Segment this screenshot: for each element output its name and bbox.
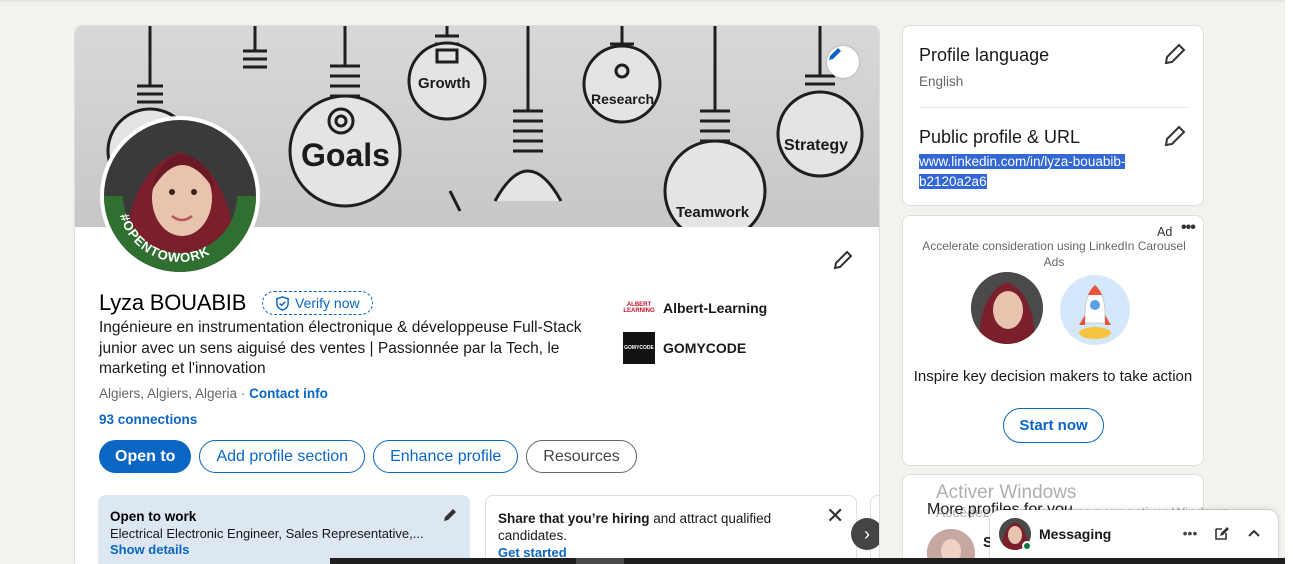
scrollbar-thumb[interactable] bbox=[576, 558, 624, 564]
albert-learning-logo: ALBERT LEARNING bbox=[623, 302, 655, 314]
company-name: GOMYCODE bbox=[663, 340, 747, 356]
page-scroll-edge bbox=[1285, 0, 1293, 564]
banner-word-research: Research bbox=[591, 91, 654, 107]
profile-name: Lyza BOUABIB bbox=[99, 290, 247, 315]
top-border bbox=[0, 0, 1293, 2]
pencil-icon[interactable] bbox=[1163, 124, 1187, 148]
avatar bbox=[971, 272, 1043, 344]
ad-label: Ad bbox=[1157, 225, 1173, 239]
bottom-scrollbar[interactable] bbox=[330, 558, 1285, 564]
hiring-text: Share that you’re hiring and attract qua… bbox=[498, 510, 798, 544]
ad-text: Accelerate consideration using LinkedIn … bbox=[922, 239, 1186, 269]
pencil-icon[interactable] bbox=[1163, 42, 1187, 66]
edit-banner-button[interactable] bbox=[827, 46, 859, 78]
pencil-icon bbox=[829, 48, 841, 60]
chevron-right-icon: › bbox=[864, 523, 870, 544]
messaging-label: Messaging bbox=[1039, 526, 1112, 542]
start-now-button[interactable]: Start now bbox=[1003, 408, 1104, 443]
ad-card: Ad ••• Accelerate consideration using Li… bbox=[902, 215, 1204, 466]
banner-word-teamwork: Teamwork bbox=[676, 204, 750, 221]
profile-actions: Open to Add profile section Enhance prof… bbox=[99, 440, 637, 473]
verify-now-label: Verify now bbox=[295, 295, 360, 311]
edit-intro-button[interactable] bbox=[827, 244, 859, 276]
show-details-link[interactable]: Show details bbox=[110, 542, 458, 557]
banner-word-growth: Growth bbox=[418, 75, 471, 92]
enhance-profile-button[interactable]: Enhance profile bbox=[373, 440, 519, 473]
banner-word-goals: Goals bbox=[301, 137, 390, 173]
open-to-work-title: Open to work bbox=[110, 509, 197, 524]
carousel-next-button[interactable]: › bbox=[851, 518, 879, 550]
online-status-dot bbox=[1022, 541, 1032, 551]
ad-tagline: Inspire key decision makers to take acti… bbox=[913, 368, 1193, 385]
url-line-2: b2120a2a6 bbox=[919, 174, 987, 189]
location-text: Algiers, Algiers, Algeria bbox=[99, 386, 238, 401]
open-to-work-card[interactable]: Open to work Electrical Electronic Engin… bbox=[98, 495, 470, 564]
company-albert-learning[interactable]: ALBERT LEARNING Albert-Learning bbox=[623, 292, 767, 324]
company-gomycode[interactable]: GOMYCODE GOMYCODE bbox=[623, 332, 767, 364]
more-icon[interactable]: ••• bbox=[1181, 219, 1196, 237]
company-name: Albert-Learning bbox=[663, 300, 768, 316]
more-icon[interactable]: ••• bbox=[1180, 523, 1200, 543]
public-profile-url-title: Public profile & URL bbox=[919, 127, 1081, 147]
profile-headline: Ingénieure en instrumentation électroniq… bbox=[99, 319, 582, 377]
verify-now-button[interactable]: Verify now bbox=[262, 291, 373, 315]
compose-icon[interactable] bbox=[1212, 523, 1232, 543]
pencil-icon[interactable] bbox=[442, 507, 458, 523]
profile-language-value: English bbox=[919, 74, 964, 89]
shield-check-icon bbox=[276, 295, 289, 311]
separator-dot: · bbox=[240, 386, 246, 401]
url-line-1: www.linkedin.com/in/lyza-bouabib- bbox=[919, 154, 1126, 169]
profile-card: Goals Growth Research Strategy Teamwork bbox=[74, 25, 880, 564]
close-icon[interactable]: ✕ bbox=[826, 505, 844, 527]
profile-location: Algiers, Algiers, Algeria · Contact info bbox=[99, 386, 328, 401]
contact-info-link[interactable]: Contact info bbox=[249, 386, 328, 401]
chevron-up-icon[interactable] bbox=[1244, 523, 1264, 543]
ad-avatar-photo bbox=[971, 272, 1043, 344]
public-profile-url[interactable]: www.linkedin.com/in/lyza-bouabib- b2120a… bbox=[919, 152, 1159, 192]
divider bbox=[919, 107, 1189, 108]
banner-word-strategy: Strategy bbox=[784, 137, 848, 154]
messaging-overlay[interactable]: Messaging ••• bbox=[990, 510, 1278, 564]
experience-summary: ALBERT LEARNING Albert-Learning GOMYCODE… bbox=[623, 292, 767, 372]
connections-link[interactable]: 93 connections bbox=[99, 412, 197, 427]
add-profile-section-button[interactable]: Add profile section bbox=[199, 440, 366, 473]
hiring-bold: Share that you’re hiring bbox=[498, 511, 650, 526]
open-to-work-roles: Electrical Electronic Engineer, Sales Re… bbox=[110, 526, 424, 541]
hiring-card: Share that you’re hiring and attract qua… bbox=[485, 495, 857, 564]
gomycode-logo: GOMYCODE bbox=[623, 332, 655, 364]
profile-settings-card: Profile language English Public profile … bbox=[902, 25, 1204, 206]
avatar-photo: #OPENTOWORK bbox=[104, 120, 256, 272]
profile-photo[interactable]: #OPENTOWORK bbox=[100, 116, 260, 276]
avatar: #OPENTOWORK bbox=[104, 120, 256, 272]
rocket-icon bbox=[1060, 275, 1130, 345]
open-to-button[interactable]: Open to bbox=[99, 440, 192, 473]
resources-button[interactable]: Resources bbox=[526, 440, 637, 473]
pencil-icon bbox=[833, 250, 853, 270]
profile-language-title: Profile language bbox=[919, 45, 1050, 65]
